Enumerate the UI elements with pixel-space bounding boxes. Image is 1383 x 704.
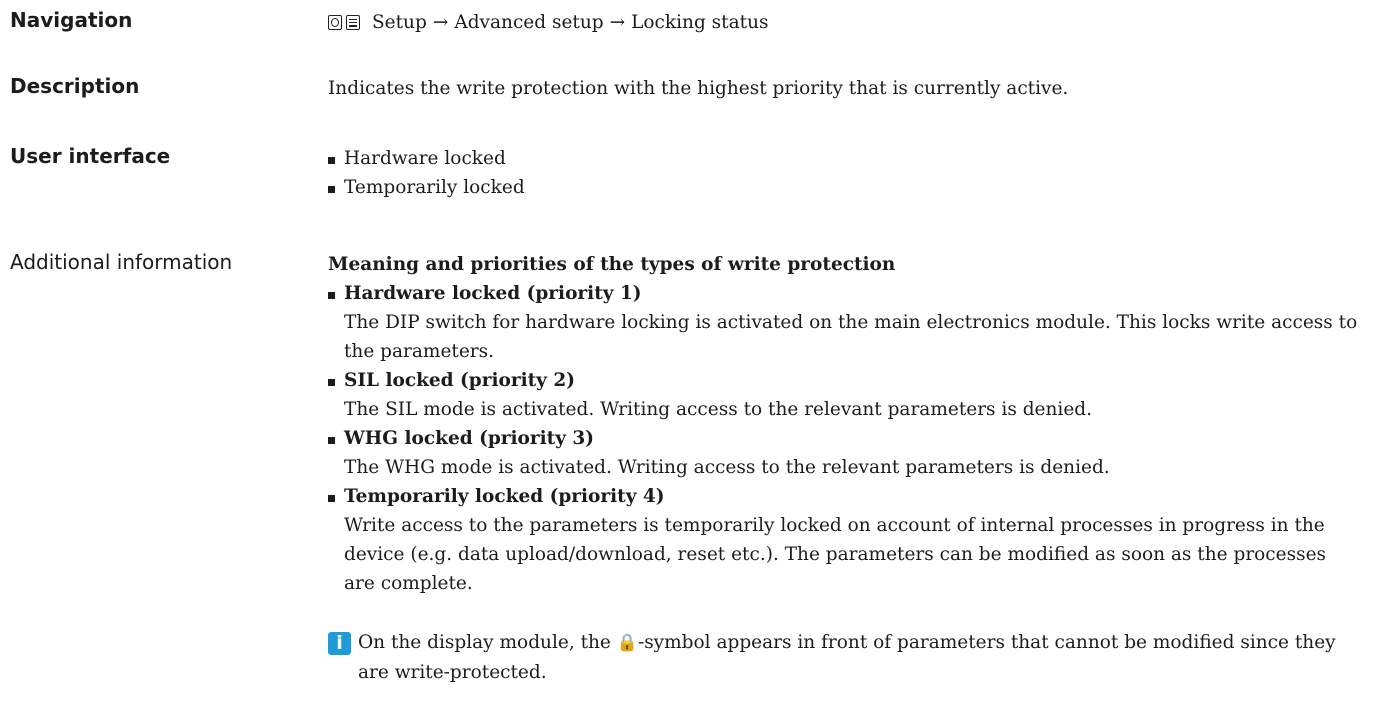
list-item: Temporarily locked (priority 4) Write ac… [328,482,1358,598]
info-note: i On the display module, the 🔒-symbol ap… [328,628,1358,687]
navigation-path: Setup → Advanced setup → Locking status [328,8,1358,37]
item-title: Temporarily locked (priority 4) [344,486,665,507]
description-label: Description [10,74,140,98]
list-icon [346,15,360,30]
additional-information-content: Meaning and priorities of the types of w… [328,250,1358,598]
breadcrumb-separator: → [432,12,449,33]
additional-information-title: Meaning and priorities of the types of w… [328,254,896,275]
list-item: Temporarily locked [328,173,1358,202]
breadcrumb-locking-status: Locking status [631,12,769,33]
display-icon [328,15,342,30]
user-interface-label: User interface [10,144,171,168]
item-text: Write access to the parameters is tempor… [344,515,1327,594]
user-interface-options: Hardware locked Temporarily locked [328,144,1358,202]
list-item: SIL locked (priority 2) The SIL mode is … [328,366,1358,424]
additional-information-label: Additional information [10,250,233,274]
parameter-page: Navigation Setup → Advanced setup → Lock… [0,0,1383,704]
list-item: Hardware locked (priority 1) The DIP swi… [328,279,1358,366]
item-text: The WHG mode is activated. Writing acces… [344,457,1110,478]
item-title: WHG locked (priority 3) [344,428,595,449]
note-text-before: On the display module, the [358,632,617,653]
info-note-text: On the display module, the 🔒-symbol appe… [358,628,1358,687]
item-title: Hardware locked (priority 1) [344,283,642,304]
breadcrumb-setup: Setup [372,12,427,33]
list-item: Hardware locked [328,144,1358,173]
lock-icon: 🔒 [616,633,638,653]
description-text: Indicates the write protection with the … [328,78,1069,99]
info-icon: i [328,632,351,655]
breadcrumb-separator: → [609,12,626,33]
item-text: The DIP switch for hardware locking is a… [344,312,1358,362]
navigation-label: Navigation [10,8,133,32]
list-item: WHG locked (priority 3) The WHG mode is … [328,424,1358,482]
navigation-icons [328,15,360,30]
breadcrumb-advanced-setup: Advanced setup [454,12,604,33]
item-title: SIL locked (priority 2) [344,370,575,391]
item-text: The SIL mode is activated. Writing acces… [344,399,1093,420]
